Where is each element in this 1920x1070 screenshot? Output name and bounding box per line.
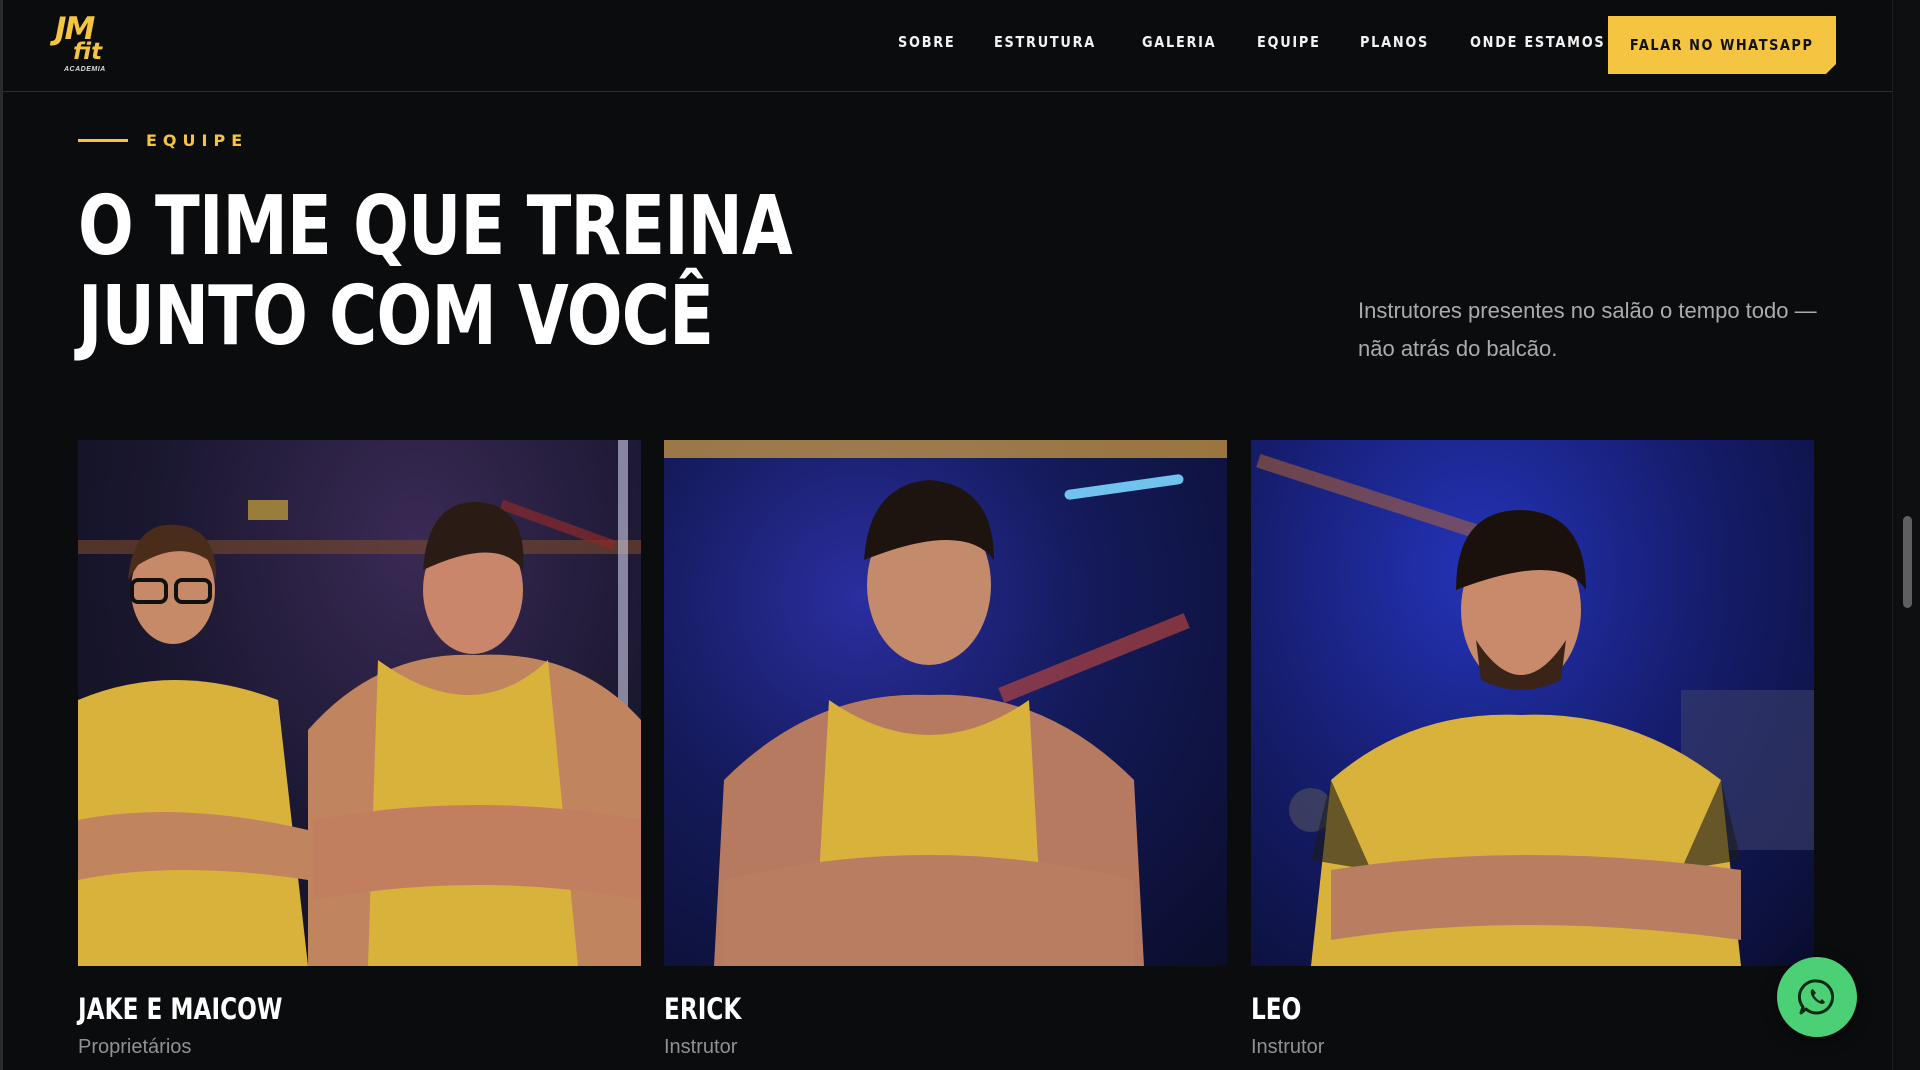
nav-planos[interactable]: PLANOS [1360, 33, 1429, 51]
cta-label: FALAR NO WHATSAPP [1630, 36, 1814, 54]
scrollbar-thumb[interactable] [1903, 516, 1912, 608]
nav-onde-estamos[interactable]: ONDE ESTAMOS [1470, 33, 1605, 51]
eyebrow-label: EQUIPE [146, 131, 249, 150]
site-header: JM fit ACADEMIA SOBRE ESTRUTURA GALERIA … [3, 0, 1892, 92]
member-name: LEO [1251, 992, 1302, 1026]
logo-subtitle: ACADEMIA [64, 66, 106, 73]
member-name: JAKE E MAICOW [78, 992, 283, 1026]
nav-equipe[interactable]: EQUIPE [1257, 33, 1321, 51]
scrollbar[interactable] [1892, 0, 1920, 1070]
team-photo-leo [1251, 440, 1814, 966]
photo-illustration [664, 440, 1227, 966]
member-role: Proprietários [78, 1036, 192, 1058]
whatsapp-cta-button[interactable]: FALAR NO WHATSAPP [1608, 16, 1836, 74]
whatsapp-icon [1797, 979, 1835, 1015]
member-role: Instrutor [1251, 1036, 1325, 1058]
photo-illustration [1256, 453, 1814, 966]
window-edge [0, 0, 3, 1070]
eyebrow-line [78, 139, 128, 142]
team-card: LEO Instrutor [1251, 440, 1814, 1058]
whatsapp-floating-button[interactable] [1777, 957, 1857, 1037]
nav-estrutura[interactable]: ESTRUTURA [994, 33, 1096, 51]
section-eyebrow: EQUIPE [78, 131, 248, 150]
title-line-2: JUNTO COM VOCÊ [78, 269, 714, 364]
logo-fit: fit [73, 39, 103, 65]
main-nav: SOBRE ESTRUTURA GALERIA EQUIPE PLANOS ON… [898, 33, 1627, 51]
nav-galeria[interactable]: GALERIA [1142, 33, 1216, 51]
nav-sobre[interactable]: SOBRE [898, 33, 955, 51]
team-card: ERICK Instrutor [664, 440, 1227, 1058]
member-role: Instrutor [664, 1036, 738, 1058]
photo-illustration [78, 440, 641, 966]
team-card: JAKE E MAICOW Proprietários [78, 440, 641, 1058]
team-photo-erick [664, 440, 1227, 966]
member-name: ERICK [664, 992, 742, 1026]
section-title: O TIME QUE TREINA JUNTO COM VOCÊ [78, 179, 793, 364]
team-photo-jake-maicow [78, 440, 641, 966]
title-line-1: O TIME QUE TREINA [78, 179, 793, 274]
section-subtitle: Instrutores presentes no salão o tempo t… [1358, 298, 1817, 361]
logo[interactable]: JM fit ACADEMIA [55, 14, 119, 76]
